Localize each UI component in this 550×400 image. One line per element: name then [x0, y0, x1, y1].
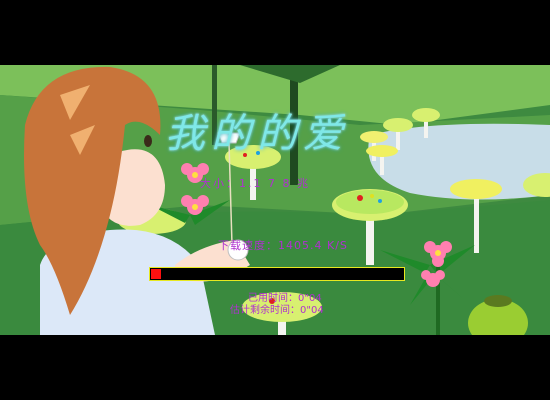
download-speed-label: 下载速度：1405.4 K/S: [218, 239, 348, 252]
game-title: 我的的爱: [165, 111, 349, 157]
loading-progress-fill: [151, 269, 161, 279]
remaining-time-label: 估计剩余时间：0"04: [230, 305, 324, 316]
file-size-label: 大小：1.1 7 8 兆: [200, 177, 310, 190]
loading-progress-bar: [149, 267, 405, 281]
game-stage: 我的的爱 大小：1.1 7 8 兆 下载速度：1405.4 K/S 已用时间：0…: [0, 65, 550, 335]
